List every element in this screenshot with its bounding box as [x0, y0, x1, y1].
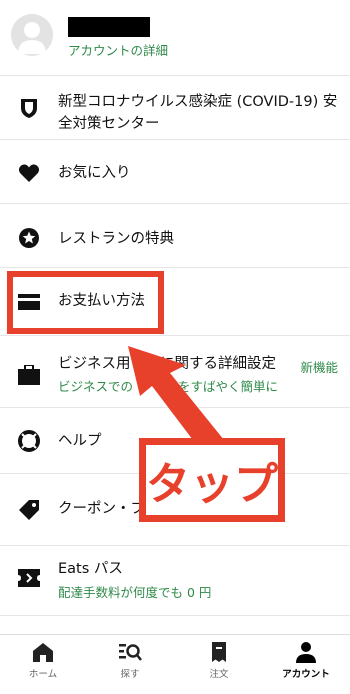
tab-home[interactable]: ホーム — [8, 641, 78, 680]
receipt-icon — [212, 642, 226, 662]
tap-callout-text: タップ — [146, 459, 278, 510]
home-icon — [33, 643, 53, 662]
tab-search-label: 探す — [120, 669, 140, 680]
tap-callout: タップ — [139, 438, 285, 522]
tab-home-label: ホーム — [28, 669, 58, 680]
tab-search[interactable]: 探す — [95, 641, 165, 680]
account-icon — [296, 642, 316, 663]
tab-orders[interactable]: 注文 — [184, 641, 254, 680]
arrow-annotation — [128, 346, 224, 452]
tab-account[interactable]: アカウント — [271, 641, 341, 680]
search-icon — [119, 644, 142, 661]
tab-account-label: アカウント — [282, 669, 330, 680]
bottom-tab-bar: ホーム 探す 注文 アカウント — [0, 634, 350, 694]
tab-orders-label: 注文 — [209, 669, 229, 680]
